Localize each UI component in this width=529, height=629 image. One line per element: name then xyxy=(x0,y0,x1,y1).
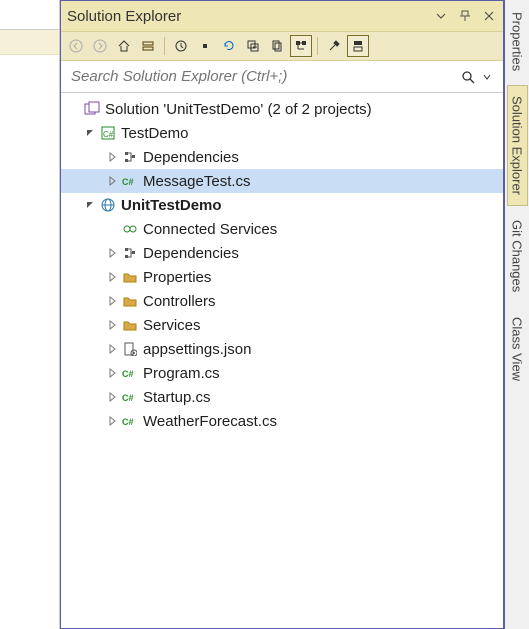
svg-text:C#: C# xyxy=(122,369,134,379)
expand-open-icon[interactable] xyxy=(83,126,97,140)
expand-closed-icon[interactable] xyxy=(105,246,119,260)
app-shell: Solution Explorer xyxy=(0,0,529,629)
node-label: MessageTest.cs xyxy=(143,173,251,190)
back-button[interactable] xyxy=(65,35,87,57)
expand-closed-icon[interactable] xyxy=(105,390,119,404)
expand-closed-icon[interactable] xyxy=(105,342,119,356)
svg-text:C#: C# xyxy=(122,417,134,427)
dependencies-icon xyxy=(121,148,139,166)
node-label: TestDemo xyxy=(121,125,189,142)
dependencies-node[interactable]: Dependencies xyxy=(61,241,503,265)
project-node-unittestdemo[interactable]: UnitTestDemo xyxy=(61,193,503,217)
node-label: WeatherForecast.cs xyxy=(143,413,277,430)
window-dropdown-icon[interactable] xyxy=(433,8,449,24)
toolbar-separator xyxy=(164,37,165,55)
expand-closed-icon[interactable] xyxy=(105,318,119,332)
close-icon[interactable] xyxy=(481,8,497,24)
controllers-folder-node[interactable]: Controllers xyxy=(61,289,503,313)
search-input[interactable] xyxy=(69,67,457,86)
project-node-testdemo[interactable]: C# TestDemo xyxy=(61,121,503,145)
file-node-program[interactable]: C# Program.cs xyxy=(61,361,503,385)
sync-active-button[interactable] xyxy=(194,35,216,57)
folder-icon xyxy=(121,268,139,286)
file-node-startup[interactable]: C# Startup.cs xyxy=(61,385,503,409)
search-icon[interactable] xyxy=(457,70,479,84)
csharp-file-icon: C# xyxy=(121,364,139,382)
auto-hide-pin-icon[interactable] xyxy=(457,8,473,24)
toolbar-separator xyxy=(317,37,318,55)
node-label: Solution 'UnitTestDemo' (2 of 2 projects… xyxy=(105,101,372,118)
solution-node[interactable]: Solution 'UnitTestDemo' (2 of 2 projects… xyxy=(61,97,503,121)
search-bar xyxy=(61,61,503,93)
file-node-appsettings[interactable]: appsettings.json xyxy=(61,337,503,361)
folder-icon xyxy=(121,292,139,310)
csharp-file-icon: C# xyxy=(121,172,139,190)
expand-closed-icon[interactable] xyxy=(105,150,119,164)
expand-closed-icon[interactable] xyxy=(105,366,119,380)
properties-button[interactable] xyxy=(323,35,345,57)
tab-properties[interactable]: Properties xyxy=(508,2,527,81)
expand-closed-icon[interactable] xyxy=(105,294,119,308)
svg-text:C#: C# xyxy=(122,393,134,403)
connected-services-node[interactable]: Connected Services xyxy=(61,217,503,241)
csproj-icon: C# xyxy=(99,124,117,142)
node-label: Program.cs xyxy=(143,365,220,382)
services-folder-node[interactable]: Services xyxy=(61,313,503,337)
tab-class-view[interactable]: Class View xyxy=(508,307,527,391)
node-label: appsettings.json xyxy=(143,341,251,358)
tab-solution-explorer[interactable]: Solution Explorer xyxy=(507,85,528,206)
properties-folder-node[interactable]: Properties xyxy=(61,265,503,289)
json-file-icon xyxy=(121,340,139,358)
preview-button[interactable] xyxy=(347,35,369,57)
tab-git-changes[interactable]: Git Changes xyxy=(508,210,527,302)
node-label: Properties xyxy=(143,269,211,286)
expand-closed-icon[interactable] xyxy=(105,270,119,284)
preview-selected-button[interactable] xyxy=(290,35,312,57)
collapse-all-button[interactable] xyxy=(242,35,264,57)
solution-explorer-panel: Solution Explorer xyxy=(60,0,504,629)
node-label: Dependencies xyxy=(143,245,239,262)
left-gutter xyxy=(0,0,60,629)
expand-open-icon[interactable] xyxy=(83,198,97,212)
node-label: Services xyxy=(143,317,201,334)
node-label: Startup.cs xyxy=(143,389,211,406)
node-label: UnitTestDemo xyxy=(121,197,222,214)
expand-closed-icon[interactable] xyxy=(105,414,119,428)
csharp-file-icon: C# xyxy=(121,388,139,406)
switch-views-button[interactable] xyxy=(137,35,159,57)
show-all-files-button[interactable] xyxy=(266,35,288,57)
pending-changes-filter-button[interactable] xyxy=(170,35,192,57)
node-label: Dependencies xyxy=(143,149,239,166)
dependencies-icon xyxy=(121,244,139,262)
side-tab-well: Properties Solution Explorer Git Changes… xyxy=(504,0,529,629)
file-node-messagetest[interactable]: C# MessageTest.cs xyxy=(61,169,503,193)
svg-text:C#: C# xyxy=(122,177,134,187)
home-button[interactable] xyxy=(113,35,135,57)
csharp-file-icon: C# xyxy=(121,412,139,430)
panel-titlebar: Solution Explorer xyxy=(61,1,503,31)
folder-icon xyxy=(121,316,139,334)
node-label: Connected Services xyxy=(143,221,277,238)
search-dropdown-icon[interactable] xyxy=(479,73,495,81)
solution-tree: Solution 'UnitTestDemo' (2 of 2 projects… xyxy=(61,93,503,628)
svg-text:C#: C# xyxy=(103,130,114,139)
panel-title: Solution Explorer xyxy=(67,8,425,25)
node-label: Controllers xyxy=(143,293,216,310)
refresh-button[interactable] xyxy=(218,35,240,57)
web-project-icon xyxy=(99,196,117,214)
expand-closed-icon[interactable] xyxy=(105,174,119,188)
dependencies-node[interactable]: Dependencies xyxy=(61,145,503,169)
solution-icon xyxy=(83,100,101,118)
file-node-weatherforecast[interactable]: C# WeatherForecast.cs xyxy=(61,409,503,433)
connected-services-icon xyxy=(121,220,139,238)
forward-button[interactable] xyxy=(89,35,111,57)
toolbar xyxy=(61,31,503,61)
